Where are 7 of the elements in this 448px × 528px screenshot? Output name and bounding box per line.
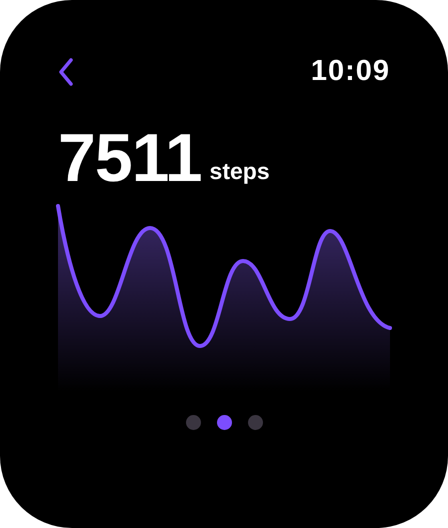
clock-time: 10:09 — [310, 54, 390, 90]
page-dot[interactable] — [248, 415, 262, 430]
step-count: 7511 — [58, 124, 202, 192]
page-dot[interactable] — [216, 415, 232, 430]
back-icon[interactable] — [58, 58, 74, 86]
step-unit: steps — [210, 156, 270, 186]
page-dot[interactable] — [186, 415, 200, 430]
